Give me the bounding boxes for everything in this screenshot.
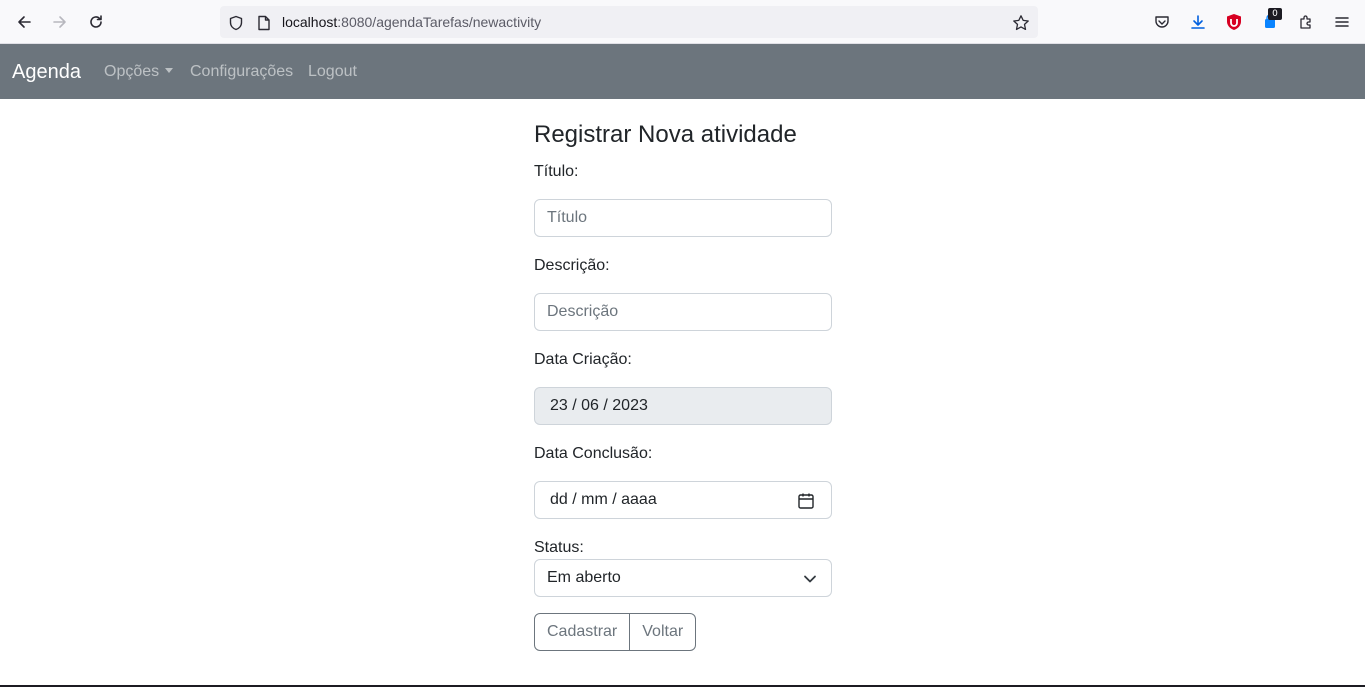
descricao-input[interactable]: Descrição xyxy=(534,293,832,331)
extensions-puzzle-icon[interactable] xyxy=(1295,11,1317,33)
cadastrar-button[interactable]: Cadastrar xyxy=(534,613,631,651)
voltar-button[interactable]: Voltar xyxy=(630,613,697,651)
status-selected-value: Em aberto xyxy=(547,569,621,586)
titulo-input[interactable]: Título xyxy=(534,199,832,237)
titulo-label: Título: xyxy=(534,163,579,180)
nav-item-label: Opções xyxy=(104,63,160,80)
data-conclusao-label: Data Conclusão: xyxy=(534,445,653,462)
reload-icon[interactable] xyxy=(84,11,108,33)
app-navbar: Agenda Opções Configurações Logout xyxy=(0,44,1365,99)
status-select[interactable]: Em aberto xyxy=(534,559,832,597)
date-placeholder: dd / mm / aaaa xyxy=(550,491,657,508)
address-bar[interactable]: localhost:8080/agendaTarefas/newactivity xyxy=(220,6,1038,38)
nav-item-opcoes[interactable]: Opções xyxy=(104,63,174,81)
pocket-icon[interactable] xyxy=(1151,11,1173,33)
form-button-group: Cadastrar Voltar xyxy=(534,613,697,651)
ublock-extension-icon[interactable] xyxy=(1223,11,1245,33)
shield-icon[interactable] xyxy=(227,14,245,32)
chevron-down-icon xyxy=(804,575,816,583)
forward-arrow-icon[interactable] xyxy=(48,11,72,33)
data-criacao-input: 23 / 06 / 2023 xyxy=(534,387,832,425)
descricao-label: Descrição: xyxy=(534,257,610,274)
page-icon[interactable] xyxy=(255,14,273,32)
download-icon[interactable] xyxy=(1187,11,1209,33)
data-conclusao-input[interactable]: dd / mm / aaaa xyxy=(534,481,832,519)
extension-badge: 0 xyxy=(1268,8,1282,20)
url-text[interactable]: localhost:8080/agendaTarefas/newactivity xyxy=(282,14,541,30)
dropdown-caret-icon xyxy=(165,68,174,73)
bookmark-star-icon[interactable] xyxy=(1012,14,1030,32)
back-arrow-icon[interactable] xyxy=(12,11,36,33)
page-title: Registrar Nova atividade xyxy=(534,121,797,148)
navbar-brand[interactable]: Agenda xyxy=(12,61,81,84)
nav-item-configuracoes[interactable]: Configurações xyxy=(190,63,293,81)
status-label: Status: xyxy=(534,539,584,556)
menu-hamburger-icon[interactable] xyxy=(1331,11,1353,33)
nav-item-logout[interactable]: Logout xyxy=(308,63,357,81)
browser-toolbar: localhost:8080/agendaTarefas/newactivity… xyxy=(0,0,1365,44)
calendar-icon[interactable] xyxy=(797,492,815,510)
data-criacao-label: Data Criação: xyxy=(534,351,632,368)
